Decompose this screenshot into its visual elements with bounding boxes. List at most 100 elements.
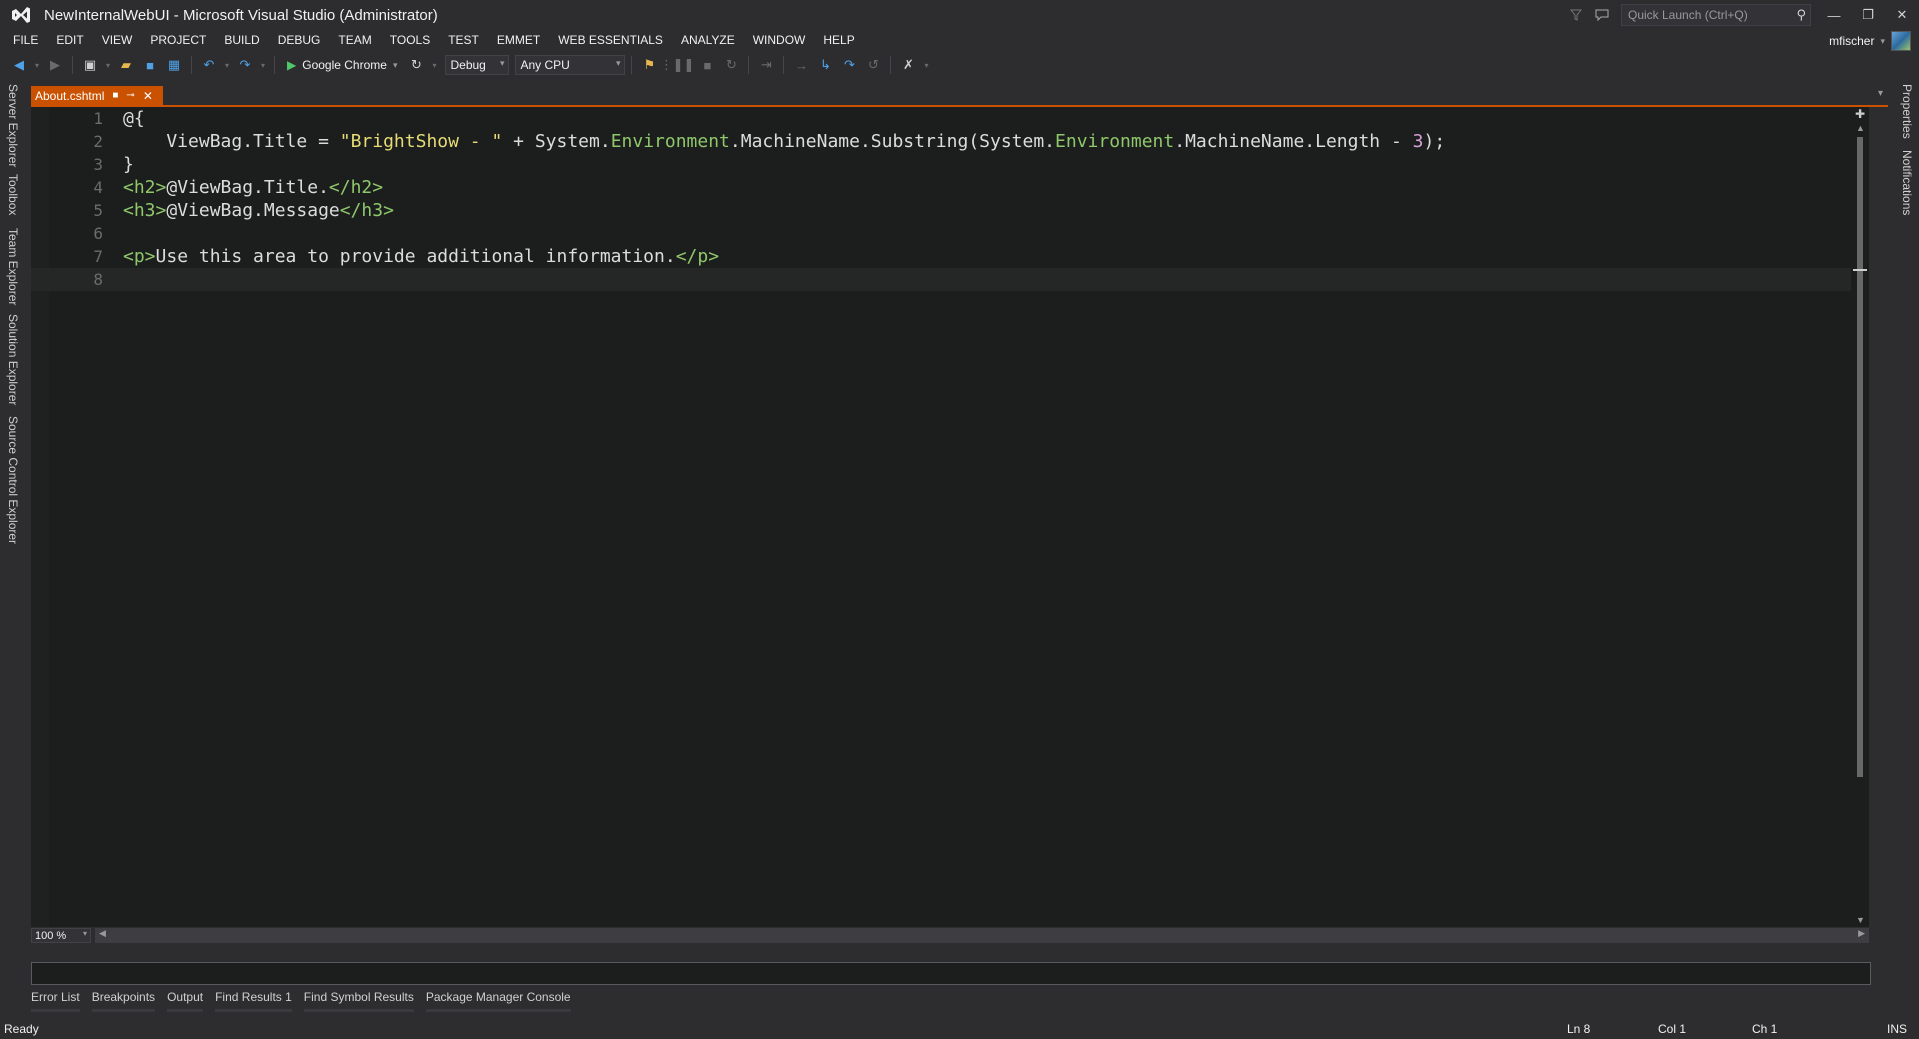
code-line[interactable]: 5 <h3>@ViewBag.Message</h3> bbox=[31, 199, 1869, 222]
vertical-scrollbar[interactable]: ✚ ▲ ▼ bbox=[1851, 107, 1869, 927]
bottom-tool-panel[interactable] bbox=[31, 962, 1871, 985]
menu-analyze[interactable]: ANALYZE bbox=[672, 30, 744, 51]
tab-package-manager-console[interactable]: Package Manager Console bbox=[425, 990, 571, 1012]
menu-debug[interactable]: DEBUG bbox=[269, 30, 330, 51]
clear-bookmarks-icon[interactable]: ✗ bbox=[897, 54, 919, 76]
line-number: 8 bbox=[93, 270, 103, 289]
menu-team[interactable]: TEAM bbox=[329, 30, 380, 51]
code-line[interactable]: 6 bbox=[31, 222, 1869, 245]
configuration-dropdown[interactable]: Debug ▾ bbox=[445, 55, 510, 75]
solution-explorer-tab[interactable]: Solution Explorer bbox=[6, 314, 20, 405]
tab-error-list[interactable]: Error List bbox=[31, 990, 80, 1012]
menu-test[interactable]: TEST bbox=[439, 30, 488, 51]
menu-window[interactable]: WINDOW bbox=[744, 30, 815, 51]
source-control-explorer-tab[interactable]: Source Control Explorer bbox=[6, 416, 20, 544]
dropdown-arrow-icon[interactable]: ▾ bbox=[32, 54, 42, 76]
dropdown-arrow-icon[interactable]: ▾ bbox=[103, 54, 113, 76]
code-line[interactable]: 2 ViewBag.Title = "BrightShow - " + Syst… bbox=[31, 130, 1869, 153]
menu-web-essentials[interactable]: WEB ESSENTIALS bbox=[549, 30, 672, 51]
menu-view[interactable]: VIEW bbox=[93, 30, 142, 51]
minimize-button[interactable]: — bbox=[1817, 2, 1851, 28]
notifications-tab[interactable]: Notifications bbox=[1900, 150, 1914, 215]
dropdown-arrow-icon[interactable]: ▾ bbox=[429, 54, 439, 76]
menu-file[interactable]: FILE bbox=[4, 30, 47, 51]
start-debugging-button[interactable]: ▶ Google Chrome ▾ bbox=[281, 54, 403, 76]
redo-icon[interactable]: ↷ bbox=[234, 54, 256, 76]
menu-help[interactable]: HELP bbox=[814, 30, 863, 51]
bottom-tool-tabs: Error List Breakpoints Output Find Resul… bbox=[31, 990, 571, 1012]
team-explorer-tab[interactable]: Team Explorer bbox=[6, 228, 20, 305]
zoom-dropdown[interactable]: 100 % ▾ bbox=[31, 928, 91, 943]
properties-tab[interactable]: Properties bbox=[1900, 84, 1914, 139]
configuration-value: Debug bbox=[450, 58, 486, 72]
menu-emmet[interactable]: EMMET bbox=[488, 30, 549, 51]
document-tab-about[interactable]: About.cshtml ■ ⊸ ✕ bbox=[31, 86, 163, 105]
step-over-arrow-icon[interactable]: → bbox=[790, 54, 812, 76]
step-into-icon[interactable]: ↳ bbox=[814, 54, 836, 76]
title-bar: NewInternalWebUI - Microsoft Visual Stud… bbox=[0, 0, 1919, 30]
code-line[interactable]: 7 <p>Use this area to provide additional… bbox=[31, 245, 1869, 268]
scrollbar-thumb[interactable] bbox=[1857, 137, 1863, 777]
status-line: Ln 8 bbox=[1567, 1022, 1591, 1036]
scroll-up-icon[interactable]: ▲ bbox=[1856, 123, 1865, 133]
toolbox-tab[interactable]: Toolbox bbox=[6, 174, 20, 215]
menu-edit[interactable]: EDIT bbox=[47, 30, 92, 51]
step-over-icon[interactable]: ↷ bbox=[838, 54, 860, 76]
feedback-icon[interactable] bbox=[1589, 2, 1615, 28]
scroll-right-icon[interactable]: ▶ bbox=[1858, 928, 1865, 939]
search-icon[interactable]: ⚲ bbox=[1796, 7, 1806, 23]
close-tab-icon[interactable]: ✕ bbox=[143, 89, 153, 103]
tab-output[interactable]: Output bbox=[167, 990, 204, 1012]
pause-icon[interactable]: ❚❚ bbox=[672, 54, 695, 76]
step-out-icon[interactable]: ↺ bbox=[862, 54, 884, 76]
code-line[interactable]: 1 @{ bbox=[31, 107, 1869, 130]
dropdown-arrow-icon[interactable]: ▾ bbox=[921, 54, 931, 76]
tab-find-symbol-results[interactable]: Find Symbol Results bbox=[303, 990, 414, 1012]
tab-overflow-icon[interactable]: ▾ bbox=[1878, 88, 1883, 99]
stop-icon[interactable]: ■ bbox=[696, 54, 718, 76]
chevron-down-icon[interactable]: ▾ bbox=[393, 60, 398, 71]
tab-find-results-1[interactable]: Find Results 1 bbox=[215, 990, 292, 1012]
scroll-down-icon[interactable]: ▼ bbox=[1856, 915, 1865, 925]
chevron-down-icon: ▾ bbox=[499, 58, 505, 68]
tab-breakpoints[interactable]: Breakpoints bbox=[91, 990, 156, 1012]
navigate-forward-icon[interactable]: ▶ bbox=[44, 54, 66, 76]
avatar[interactable] bbox=[1891, 31, 1911, 51]
quick-launch-placeholder: Quick Launch (Ctrl+Q) bbox=[1628, 8, 1748, 22]
dropdown-arrow-icon[interactable]: ▾ bbox=[258, 54, 268, 76]
code-editor[interactable]: 1 @{ 2 ViewBag.Title = "BrightShow - " +… bbox=[31, 107, 1869, 927]
restart-icon[interactable]: ↻ bbox=[720, 54, 742, 76]
undo-icon[interactable]: ↶ bbox=[198, 54, 220, 76]
filter-icon[interactable] bbox=[1563, 2, 1589, 28]
editor-bottom-bar: 100 % ▾ ◀ ▶ bbox=[31, 927, 1869, 944]
chevron-down-icon: ▾ bbox=[82, 929, 87, 938]
toolbar-separator bbox=[631, 56, 633, 74]
platform-dropdown[interactable]: Any CPU ▾ bbox=[515, 55, 626, 75]
code-line[interactable]: 4 <h2>@ViewBag.Title.</h2> bbox=[31, 176, 1869, 199]
line-number: 5 bbox=[93, 201, 103, 220]
navigate-back-icon[interactable]: ◀ bbox=[8, 54, 30, 76]
refresh-browser-icon[interactable]: ↻ bbox=[405, 54, 427, 76]
find-in-files-icon[interactable]: ⚑ bbox=[638, 54, 660, 76]
open-file-icon[interactable]: ▰ bbox=[115, 54, 137, 76]
pin-icon[interactable]: ⊸ bbox=[126, 90, 134, 101]
line-number: 6 bbox=[93, 224, 103, 243]
server-explorer-tab[interactable]: Server Explorer bbox=[6, 84, 20, 167]
menu-tools[interactable]: TOOLS bbox=[381, 30, 439, 51]
restore-button[interactable]: ❐ bbox=[1851, 2, 1885, 28]
menu-project[interactable]: PROJECT bbox=[141, 30, 215, 51]
new-project-icon[interactable]: ▣ bbox=[79, 54, 101, 76]
quick-launch-input[interactable]: Quick Launch (Ctrl+Q) ⚲ bbox=[1621, 4, 1811, 26]
show-next-statement-icon[interactable]: ⇥ bbox=[755, 54, 777, 76]
horizontal-scrollbar[interactable]: ◀ ▶ bbox=[95, 928, 1869, 943]
dropdown-arrow-icon[interactable]: ▾ bbox=[222, 54, 232, 76]
scroll-left-icon[interactable]: ◀ bbox=[99, 928, 106, 939]
user-account[interactable]: mfischer ▾ bbox=[1829, 30, 1911, 52]
close-button[interactable]: ✕ bbox=[1885, 2, 1919, 28]
code-line-current[interactable]: 8 bbox=[31, 268, 1869, 291]
split-window-icon[interactable]: ✚ bbox=[1855, 107, 1865, 121]
save-all-icon[interactable]: ▦ bbox=[163, 54, 185, 76]
menu-build[interactable]: BUILD bbox=[215, 30, 268, 51]
code-line[interactable]: 3 } bbox=[31, 153, 1869, 176]
save-icon[interactable]: ■ bbox=[139, 54, 161, 76]
